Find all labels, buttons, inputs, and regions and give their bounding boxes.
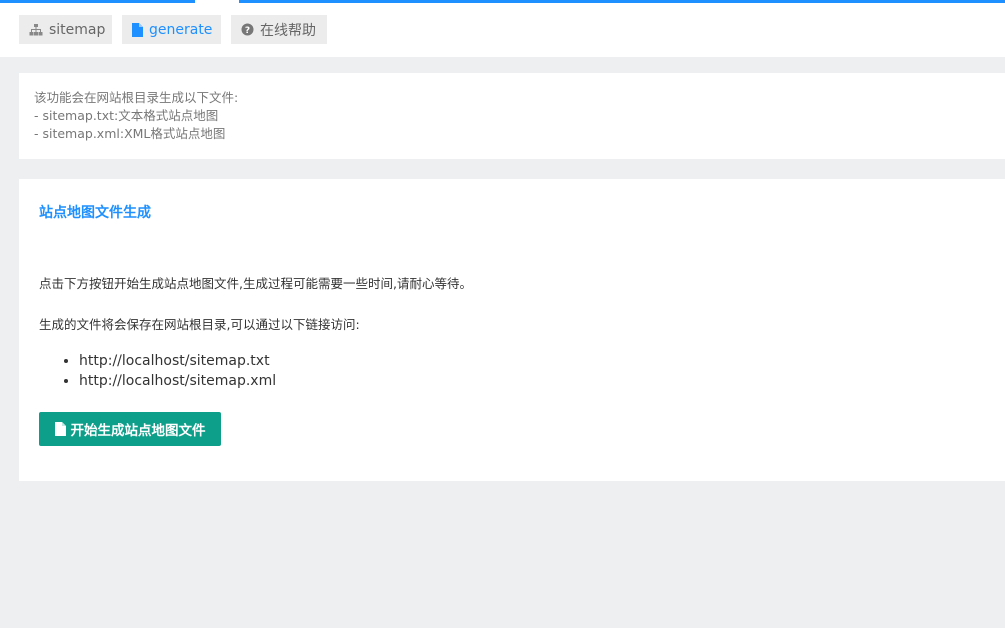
tab-label: 在线帮助: [260, 22, 316, 39]
sitemap-icon: [29, 23, 43, 36]
tab-bar: sitemap generate ? 在线帮助: [0, 0, 1005, 57]
file-icon: [54, 422, 66, 436]
sitemap-link-list: http://localhost/sitemap.txt http://loca…: [39, 351, 276, 391]
question-circle-icon: ?: [241, 23, 254, 36]
button-label: 开始生成站点地图文件: [70, 423, 206, 439]
sitemap-xml-link[interactable]: http://localhost/sitemap.xml: [79, 371, 276, 391]
sitemap-txt-link[interactable]: http://localhost/sitemap.txt: [79, 351, 276, 371]
notice-line: 该功能会在网站根目录生成以下文件:: [34, 90, 239, 105]
tab-generate[interactable]: generate: [122, 15, 221, 44]
svg-text:?: ?: [245, 26, 250, 36]
notice-line: - sitemap.txt:文本格式站点地图: [34, 108, 219, 123]
tab-bar-accent-line: [0, 0, 195, 3]
generate-panel: 站点地图文件生成 点击下方按钮开始生成站点地图文件,生成过程可能需要一些时间,请…: [19, 179, 1005, 481]
file-icon: [132, 22, 143, 37]
panel-title: 站点地图文件生成: [39, 205, 151, 221]
info-notice: 该功能会在网站根目录生成以下文件: - sitemap.txt:文本格式站点地图…: [19, 73, 1005, 159]
notice-line: - sitemap.xml:XML格式站点地图: [34, 126, 226, 141]
instruction-text: 点击下方按钮开始生成站点地图文件,生成过程可能需要一些时间,请耐心等待。: [39, 276, 472, 291]
tab-bar-accent-line: [239, 0, 1005, 3]
tab-label: generate: [149, 21, 213, 38]
tab-help[interactable]: ? 在线帮助: [231, 15, 327, 44]
tab-label: sitemap: [49, 21, 106, 38]
generate-sitemap-button[interactable]: 开始生成站点地图文件: [39, 412, 221, 446]
tab-sitemap[interactable]: sitemap: [19, 15, 112, 44]
output-description: 生成的文件将会保存在网站根目录,可以通过以下链接访问:: [39, 317, 360, 332]
